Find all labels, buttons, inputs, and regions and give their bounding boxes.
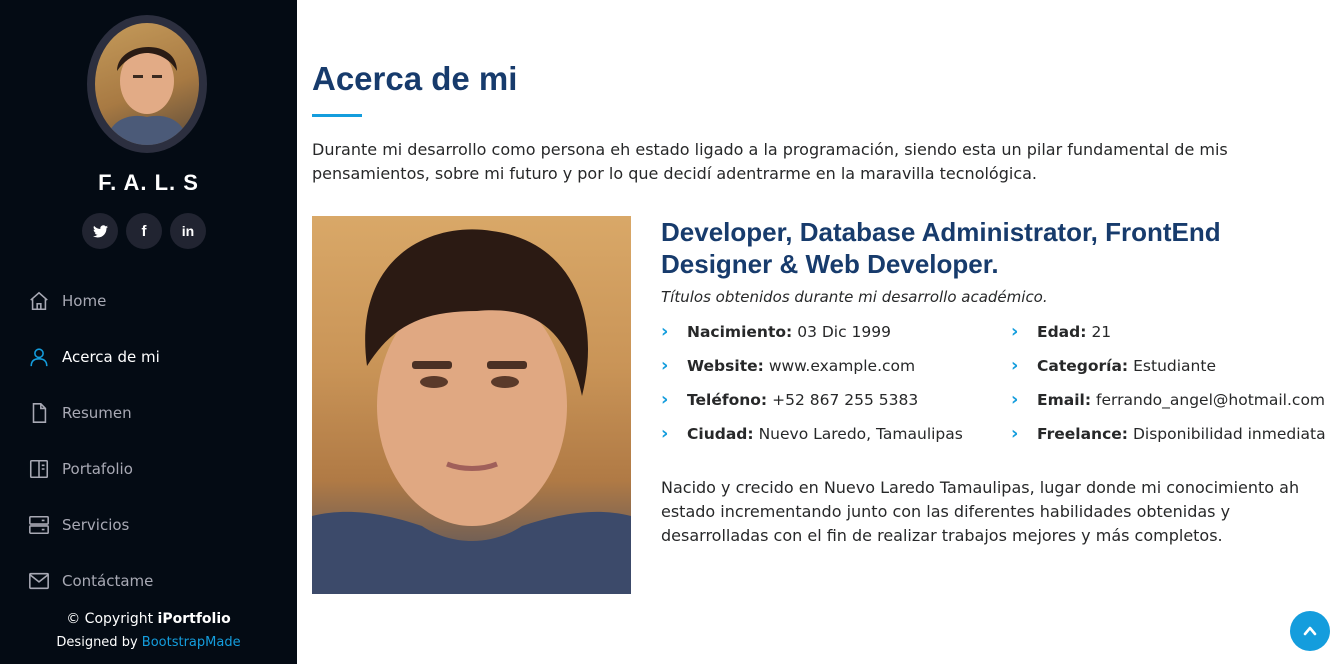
profile-avatar (87, 15, 207, 153)
nav-item-home[interactable]: Home (28, 290, 160, 346)
twitter-link[interactable] (82, 213, 118, 249)
chevron-right-icon: › (661, 355, 669, 376)
facebook-icon: f (141, 222, 147, 240)
info-value: 21 (1091, 323, 1112, 341)
profile-photo (312, 216, 631, 594)
facebook-link[interactable]: f (126, 213, 162, 249)
role-heading: Developer, Database Administrator, Front… (661, 217, 1221, 279)
info-value: 03 Dic 1999 (797, 323, 891, 341)
info-value: Nuevo Laredo, Tamaulipas (758, 425, 963, 443)
info-email: › Email: ferrando_angel@hotmail.com (1011, 388, 1331, 412)
title-underline (312, 114, 362, 117)
nav-label-services: Servicios (62, 516, 130, 534)
sidebar: F. A. L. S f in Home Acerca de mi Resume… (0, 0, 297, 664)
nav-item-portfolio[interactable]: Portafolio (28, 458, 160, 514)
copyright: © Copyright iPortfolio (0, 607, 297, 631)
nav-label-portfolio: Portafolio (62, 460, 133, 478)
chevron-right-icon: › (1011, 321, 1019, 342)
info-label: Email: (1037, 391, 1092, 409)
chevron-right-icon: › (661, 389, 669, 410)
server-icon (29, 515, 49, 535)
info-label: Teléfono: (687, 391, 768, 409)
info-value: ferrando_angel@hotmail.com (1096, 391, 1326, 409)
layout-icon (29, 459, 49, 479)
copyright-name: iPortfolio (157, 611, 231, 627)
nav-item-about[interactable]: Acerca de mi (28, 346, 160, 402)
info-phone: › Teléfono: +52 867 255 5383 (661, 388, 1011, 412)
nav-label-home: Home (62, 292, 107, 310)
social-links: f in (82, 213, 206, 249)
info-category: › Categoría: Estudiante (1011, 354, 1331, 378)
about-details: Developer, Database Administrator, Front… (661, 216, 1331, 548)
home-icon (30, 291, 48, 311)
back-to-top-button[interactable] (1290, 611, 1330, 651)
chevron-right-icon: › (1011, 423, 1019, 444)
avatar-photo (95, 23, 199, 145)
site-brand[interactable]: F. A. L. S (0, 170, 297, 196)
nav-menu: Home Acerca de mi Resumen Portafolio Ser… (28, 290, 160, 626)
info-label: Ciudad: (687, 425, 754, 443)
role-subtitle: Títulos obtenidos durante mi desarrollo … (661, 288, 1048, 306)
info-label: Freelance: (1037, 425, 1128, 443)
info-value: Disponibilidad inmediata (1132, 425, 1326, 443)
sidebar-footer: © Copyright iPortfolio Designed by Boots… (0, 607, 297, 655)
section-title: Acerca de mi (312, 60, 518, 97)
info-value: +52 867 255 5383 (772, 391, 919, 409)
info-label: Edad: (1037, 323, 1087, 341)
info-value: Estudiante (1133, 357, 1216, 375)
person-icon (30, 348, 48, 367)
nav-item-resume[interactable]: Resumen (28, 402, 160, 458)
chevron-right-icon: › (661, 321, 669, 342)
info-label: Website: (687, 357, 764, 375)
chevron-right-icon: › (1011, 389, 1019, 410)
info-birth: › Nacimiento: 03 Dic 1999 (661, 320, 1011, 344)
info-label: Nacimiento: (687, 323, 793, 341)
info-age: › Edad: 21 (1011, 320, 1331, 344)
file-icon (32, 403, 47, 423)
info-website: › Website: www.example.com (661, 354, 1011, 378)
linkedin-icon: in (181, 223, 195, 239)
copyright-prefix: © Copyright (66, 611, 158, 627)
info-value: www.example.com (768, 357, 916, 375)
chevron-right-icon: › (1011, 355, 1019, 376)
designed-by: Designed by BootstrapMade (0, 631, 297, 655)
linkedin-link[interactable]: in (170, 213, 206, 249)
nav-label-contact: Contáctame (62, 572, 154, 590)
nav-label-about: Acerca de mi (62, 348, 160, 366)
chevron-right-icon: › (661, 423, 669, 444)
info-city: › Ciudad: Nuevo Laredo, Tamaulipas (661, 422, 1011, 446)
chevron-up-icon (1303, 626, 1317, 636)
intro-text: Durante mi desarrollo como persona eh es… (312, 140, 1228, 183)
designed-prefix: Designed by (56, 635, 142, 650)
twitter-icon (92, 224, 108, 237)
info-label: Categoría: (1037, 357, 1129, 375)
designer-link[interactable]: BootstrapMade (142, 635, 241, 650)
envelope-icon (29, 572, 49, 590)
info-freelance: › Freelance: Disponibilidad inmediata (1011, 422, 1331, 446)
bio-text: Nacido y crecido en Nuevo Laredo Tamauli… (661, 478, 1300, 545)
info-grid: › Nacimiento: 03 Dic 1999 › Edad: 21 › Websit… (661, 320, 1331, 446)
nav-label-resume: Resumen (62, 404, 132, 422)
nav-item-services[interactable]: Servicios (28, 514, 160, 570)
